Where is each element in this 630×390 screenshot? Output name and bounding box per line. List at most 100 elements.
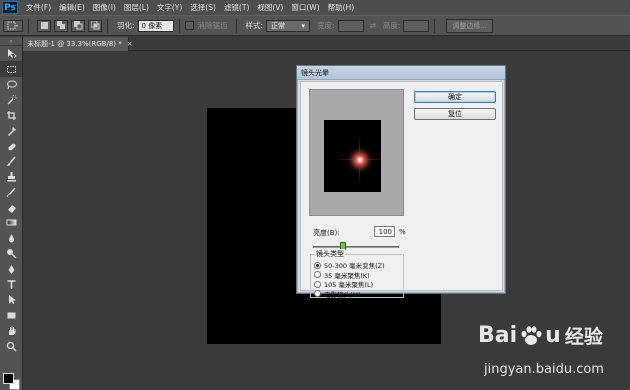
lasso-tool[interactable] — [0, 77, 22, 92]
lens-type-label: 105 毫米聚焦(L) — [324, 281, 374, 289]
lens-type-option[interactable]: 105 毫米聚焦(L) — [314, 279, 373, 289]
menu-item[interactable]: 图像(I) — [93, 2, 116, 13]
flare-preview — [309, 89, 404, 216]
healing-brush-tool[interactable] — [0, 138, 22, 153]
feather-input[interactable]: 0 像素 — [137, 19, 174, 32]
marquee-tool[interactable] — [0, 61, 22, 77]
brand-cn: 经验 — [564, 326, 603, 348]
history-brush-tool[interactable] — [0, 185, 22, 200]
quick-select-tool[interactable] — [0, 92, 22, 107]
chevron-down-icon: ▾ — [301, 21, 306, 30]
pen-tool[interactable] — [0, 261, 22, 276]
panel-collapse-icon[interactable]: » — [0, 37, 22, 46]
tools-panel: » — [0, 37, 23, 390]
document-tab[interactable]: 未标题-1 @ 33.3%(RGB/8) * × — [23, 37, 133, 51]
dialog-body: 确定 复位 亮度(B): 100 % 镜头类型 50-300 毫米变焦(Z) 35… — [300, 81, 503, 299]
width-input[interactable] — [337, 19, 364, 32]
antialias-label: 消除锯齿 — [197, 21, 228, 30]
lens-type-option[interactable]: 35 毫米聚焦(K) — [314, 270, 370, 280]
blur-icon — [8, 233, 14, 243]
subtract-selection-button[interactable] — [71, 19, 85, 32]
hand-icon — [8, 326, 15, 336]
reset-button[interactable]: 复位 — [414, 108, 496, 120]
path-select-tool[interactable] — [0, 292, 22, 307]
style-select[interactable]: 正常 ▾ — [266, 19, 311, 32]
main-menu: 文件(F) 编辑(E) 图像(I) 图层(L) 文字(Y) 选择(S) 滤镜(T) 视图(V)… — [26, 2, 354, 13]
intersect-selection-icon — [90, 21, 99, 30]
divider — [434, 18, 436, 33]
flare-center[interactable] — [347, 147, 373, 173]
eraser-icon — [7, 205, 16, 214]
menu-item[interactable]: 滤镜(T) — [224, 2, 249, 13]
lens-type-label: 50-300 毫米变焦(Z) — [324, 262, 385, 270]
paw-icon — [521, 325, 542, 345]
dodge-tool[interactable] — [0, 246, 22, 261]
lens-type-label: 35 毫米聚焦(K) — [324, 271, 370, 280]
zoom-icon — [6, 341, 17, 352]
options-bar: 羽化: 0 像素 消除锯齿 样式: 正常 ▾ 宽度: ⇄ 高度: 调整边缘... — [0, 15, 630, 36]
clone-stamp-tool[interactable] — [0, 169, 22, 184]
crop-icon — [6, 110, 16, 120]
ok-button[interactable]: 确定 — [414, 91, 496, 103]
divider — [178, 18, 180, 33]
menu-item[interactable]: 帮助(H) — [328, 2, 355, 13]
add-selection-icon — [56, 21, 65, 29]
menu-item[interactable]: 文件(F) — [26, 2, 51, 13]
gradient-tool[interactable] — [0, 215, 22, 230]
lasso-icon — [6, 80, 17, 90]
crop-tool[interactable] — [0, 108, 22, 123]
eyedropper-tool[interactable] — [0, 123, 22, 138]
menu-item[interactable]: 编辑(E) — [59, 2, 85, 13]
blur-tool[interactable] — [0, 231, 22, 246]
type-tool[interactable] — [0, 277, 22, 292]
hand-tool[interactable] — [0, 323, 22, 338]
new-selection-button[interactable] — [37, 19, 51, 32]
lens-type-option[interactable]: 50-300 毫米变焦(Z) — [314, 260, 385, 270]
zoom-tool[interactable] — [0, 338, 22, 353]
menu-item[interactable]: 视图(V) — [257, 2, 283, 13]
baidu-logo: Bai u 经验 — [478, 322, 603, 349]
marquee-preset-icon — [7, 21, 18, 29]
menu-item[interactable]: 选择(S) — [190, 2, 216, 13]
healing-brush-icon — [7, 143, 16, 150]
document-tab-bar: 未标题-1 @ 33.3%(RGB/8) * × — [23, 37, 630, 51]
divider — [28, 18, 29, 33]
eraser-tool[interactable] — [0, 200, 22, 215]
rectangle-icon — [7, 312, 15, 319]
height-input[interactable] — [403, 19, 430, 32]
move-tool[interactable] — [0, 46, 22, 61]
color-swatches — [3, 373, 21, 390]
radio-button[interactable] — [314, 261, 321, 269]
lens-type-option[interactable]: 电影镜头(M) — [314, 289, 361, 299]
menu-item[interactable]: 图层(L) — [124, 2, 149, 13]
lens-type-label: 电影镜头(M) — [324, 290, 361, 299]
refine-edge-button[interactable]: 调整边缘... — [446, 18, 494, 33]
add-selection-button[interactable] — [54, 19, 68, 32]
flare-preview-image[interactable] — [324, 120, 381, 192]
subtract-selection-icon — [73, 21, 82, 30]
menu-bar: Ps 文件(F) 编辑(E) 图像(I) 图层(L) 文字(Y) 选择(S) 滤镜(T) 视图… — [0, 0, 630, 15]
photoshop-logo: Ps — [2, 1, 18, 14]
radio-button[interactable] — [314, 290, 321, 297]
brightness-input[interactable]: 100 — [374, 226, 395, 237]
rectangle-tool[interactable] — [0, 308, 22, 323]
brush-icon — [6, 156, 16, 166]
menu-item[interactable]: 窗口(W) — [291, 2, 319, 13]
intersect-selection-button[interactable] — [88, 19, 102, 32]
document-tab-title: 未标题-1 @ 33.3%(RGB/8) * — [27, 40, 122, 48]
type-icon — [7, 280, 15, 290]
radio-button[interactable] — [314, 280, 321, 288]
brush-tool[interactable] — [0, 154, 22, 169]
close-icon[interactable]: × — [127, 40, 133, 48]
menu-item[interactable]: 文字(Y) — [157, 2, 182, 13]
antialias-checkbox[interactable] — [184, 21, 194, 30]
foreground-color-swatch[interactable] — [3, 373, 14, 384]
dialog-title[interactable]: 镜头光晕 — [297, 66, 505, 80]
radio-button[interactable] — [314, 271, 321, 278]
brightness-slider-track[interactable] — [313, 246, 399, 248]
swap-icon[interactable]: ⇄ — [370, 21, 376, 30]
dodge-icon — [6, 249, 17, 259]
history-brush-icon — [6, 187, 16, 197]
tool-preset-picker[interactable] — [3, 19, 23, 32]
brightness-unit: % — [399, 228, 406, 236]
